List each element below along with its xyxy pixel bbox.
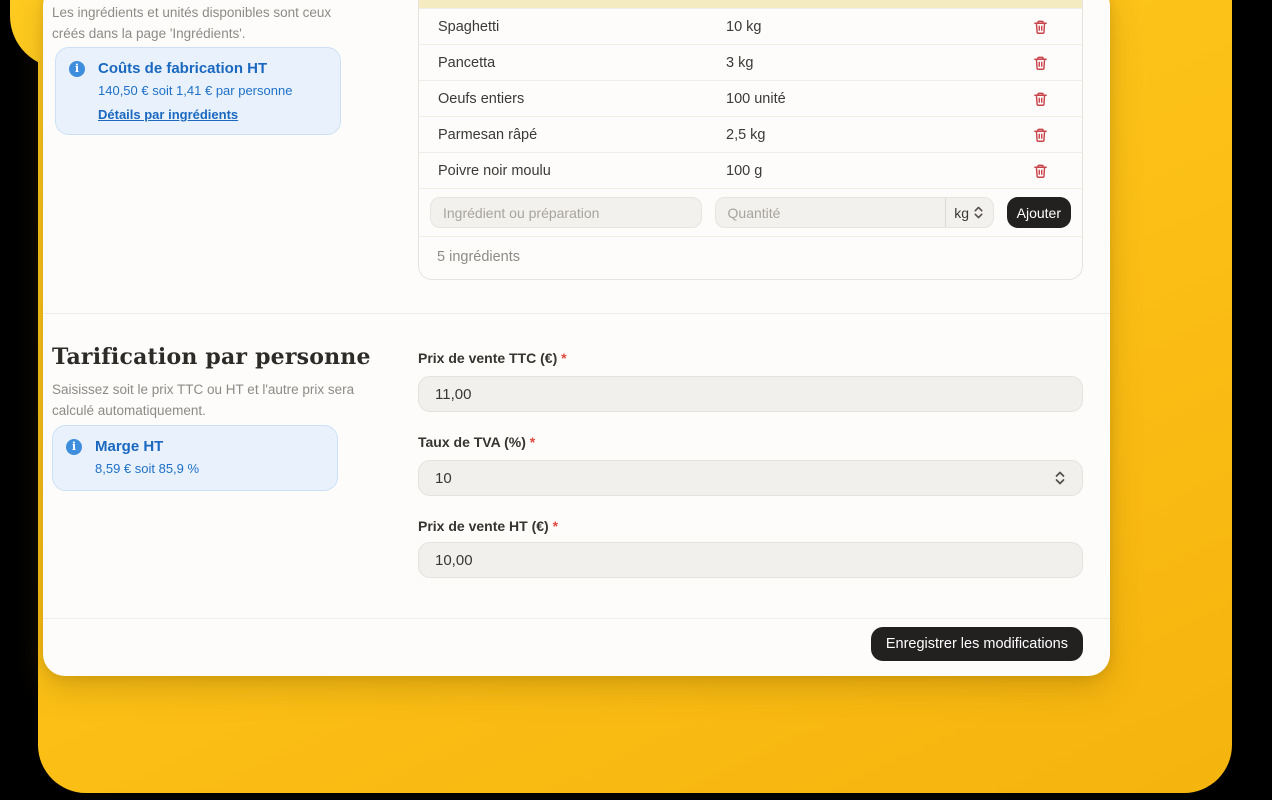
trash-icon — [1033, 127, 1048, 143]
table-row: Oeufs entiers 100 unité — [419, 80, 1082, 116]
recipe-edit-card: Les ingrédients et unités disponibles so… — [43, 0, 1110, 676]
ingredient-quantity: 3 kg — [726, 55, 1031, 71]
vat-select[interactable]: 10 — [418, 460, 1083, 496]
price-ttc-label: Prix de vente TTC (€) * — [418, 350, 567, 366]
ingredient-name: Oeufs entiers — [438, 91, 726, 107]
fabrication-costs-box: i Coûts de fabrication HT 140,50 € soit … — [55, 47, 341, 135]
margin-title: Marge HT — [95, 438, 163, 455]
ingredient-name: Poivre noir moulu — [438, 163, 726, 179]
chevron-up-down-icon — [973, 205, 984, 220]
ingredient-quantity: 2,5 kg — [726, 127, 1031, 143]
pricing-section-title: Tarification par personne — [52, 344, 371, 370]
table-row: Parmesan râpé 2,5 kg — [419, 116, 1082, 152]
price-ttc-input[interactable] — [418, 376, 1083, 412]
required-marker: * — [530, 434, 535, 450]
ingredients-table: Spaghetti 10 kg Pancetta 3 kg Oeufs enti… — [418, 0, 1083, 280]
pricing-section-description: Saisissez soit le prix TTC ou HT et l'au… — [52, 379, 392, 421]
required-marker: * — [553, 518, 558, 534]
margin-box: i Marge HT 8,59 € soit 85,9 % — [52, 425, 338, 491]
quantity-input[interactable] — [716, 198, 945, 227]
delete-ingredient-button[interactable] — [1031, 125, 1050, 145]
trash-icon — [1033, 91, 1048, 107]
delete-ingredient-button[interactable] — [1031, 53, 1050, 73]
ingredient-name: Parmesan râpé — [438, 127, 726, 143]
unit-select-value: kg — [954, 205, 969, 221]
save-button[interactable]: Enregistrer les modifications — [871, 627, 1083, 661]
unit-select[interactable]: kg — [946, 198, 993, 227]
ingredient-search-input[interactable] — [430, 197, 702, 228]
trash-icon — [1033, 163, 1048, 179]
ingredient-quantity: 10 kg — [726, 19, 1031, 35]
ingredient-quantity: 100 g — [726, 163, 1031, 179]
delete-ingredient-button[interactable] — [1031, 89, 1050, 109]
price-ht-input[interactable] — [418, 542, 1083, 578]
fabrication-costs-detail: 140,50 € soit 1,41 € par personne — [98, 83, 326, 98]
table-row: Spaghetti 10 kg — [419, 8, 1082, 44]
add-ingredient-row: kg Ajouter — [419, 188, 1082, 236]
trash-icon — [1033, 55, 1048, 71]
price-ht-label: Prix de vente HT (€) * — [418, 518, 558, 534]
ingredient-count-label: 5 ingrédients — [419, 236, 1082, 279]
vat-label: Taux de TVA (%) * — [418, 434, 535, 450]
details-per-ingredient-link[interactable]: Détails par ingrédients — [98, 107, 238, 122]
footer-divider — [43, 618, 1110, 619]
trash-icon — [1033, 19, 1048, 35]
table-row: Poivre noir moulu 100 g — [419, 152, 1082, 188]
table-row: Pancetta 3 kg — [419, 44, 1082, 80]
ingredients-help-text: Les ingrédients et unités disponibles so… — [52, 2, 352, 44]
margin-detail: 8,59 € soit 85,9 % — [95, 461, 323, 476]
vat-select-value: 10 — [435, 470, 452, 487]
ingredient-quantity: 100 unité — [726, 91, 1031, 107]
delete-ingredient-button[interactable] — [1031, 161, 1050, 181]
section-divider — [43, 313, 1110, 314]
required-marker: * — [561, 350, 566, 366]
add-ingredient-button[interactable]: Ajouter — [1007, 197, 1071, 228]
quantity-input-group: kg — [715, 197, 994, 228]
highlighted-row-partial — [419, 0, 1082, 8]
ingredient-name: Pancetta — [438, 55, 726, 71]
chevron-up-down-icon — [1054, 470, 1066, 486]
fabrication-costs-title: Coûts de fabrication HT — [98, 60, 267, 77]
ingredient-name: Spaghetti — [438, 19, 726, 35]
delete-ingredient-button[interactable] — [1031, 17, 1050, 37]
info-icon: i — [66, 439, 82, 455]
info-icon: i — [69, 61, 85, 77]
